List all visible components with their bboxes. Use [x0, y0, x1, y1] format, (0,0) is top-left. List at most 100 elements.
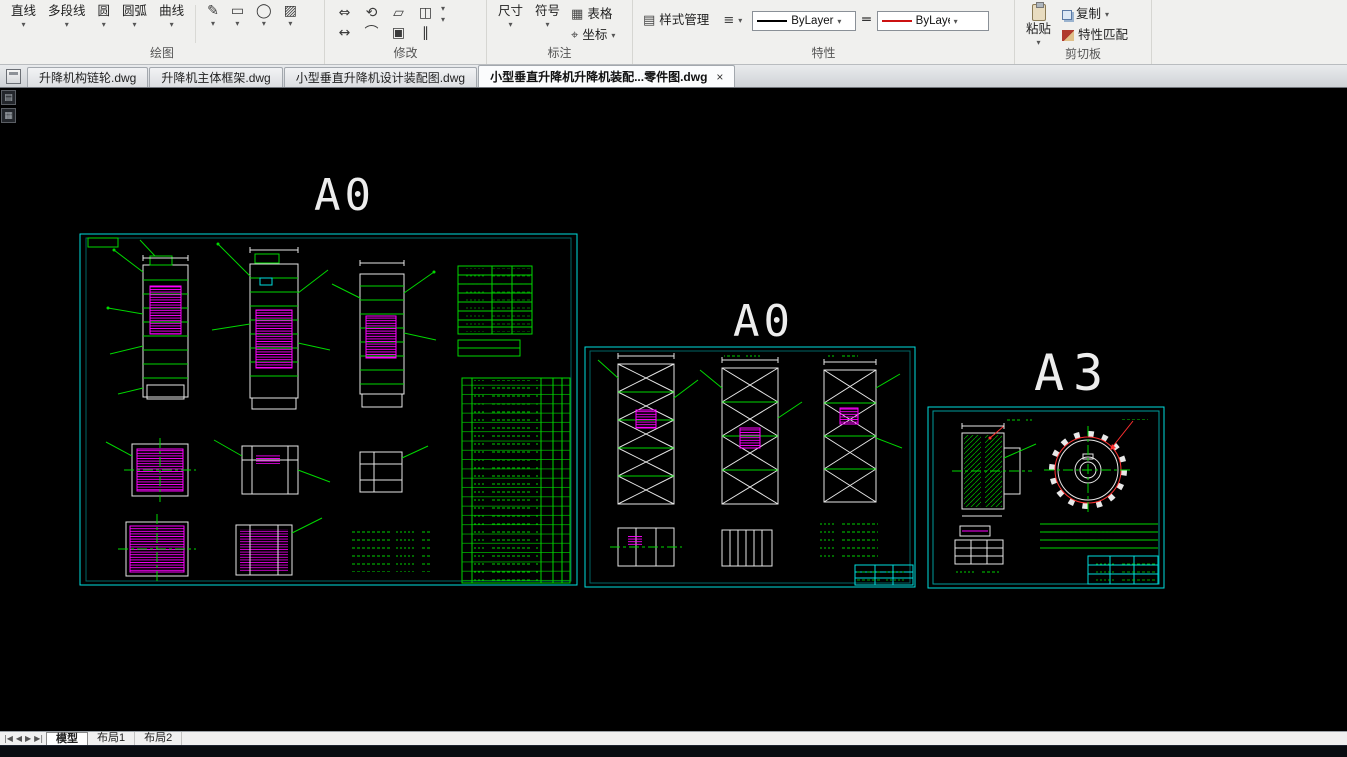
- chevron-down-icon[interactable]: ▾: [1105, 10, 1109, 19]
- doc-tab-4-active[interactable]: 小型垂直升降机升降机装配...零件图.dwg ×: [478, 65, 736, 87]
- style-manager-icon: ▤: [643, 13, 656, 28]
- command-line-bar[interactable]: [0, 745, 1347, 757]
- coordinate-tool[interactable]: ⌖ 坐标 ▾: [567, 26, 619, 45]
- chevron-down-icon[interactable]: ▾: [235, 19, 239, 28]
- style-manager-button[interactable]: ▤ 样式管理: [639, 11, 713, 30]
- first-layout-icon[interactable]: |◀: [4, 734, 13, 743]
- dimension-tool[interactable]: 尺寸 ▾: [493, 3, 528, 29]
- linetype-sample: [757, 20, 788, 22]
- detail-view-2: [213, 439, 331, 495]
- chevron-down-icon[interactable]: ▾: [102, 20, 106, 29]
- chevron-down-icon[interactable]: ▾: [170, 20, 174, 29]
- offset-icon[interactable]: ▱: [393, 5, 404, 21]
- circle-tool-label: 圆: [97, 4, 111, 18]
- chevron-down-icon[interactable]: ▾: [611, 31, 615, 40]
- chevron-down-icon[interactable]: ▾: [211, 19, 215, 28]
- circle-tool[interactable]: 圆 ▾: [93, 3, 116, 29]
- paste-button[interactable]: 粘贴 ▾: [1021, 2, 1056, 47]
- panel-label-annotate[interactable]: 标注: [487, 46, 632, 64]
- chevron-down-icon[interactable]: ▾: [1037, 38, 1041, 47]
- linetype-combo[interactable]: ByLayer ▾: [752, 11, 857, 31]
- ribbon-filler: [1152, 0, 1347, 64]
- match-properties-button[interactable]: 特性匹配: [1058, 26, 1132, 45]
- chevron-down-icon: ▾: [738, 16, 743, 25]
- palette-icon-2[interactable]: ▦: [1, 108, 16, 123]
- base-view-2: [721, 529, 773, 567]
- drawing-canvas[interactable]: ▤ ▦ A0 A0 A3: [0, 88, 1347, 731]
- doc-tab-3[interactable]: 小型垂直升降机设计装配图.dwg: [283, 67, 478, 87]
- table-tool-label: 表格: [587, 7, 613, 21]
- panel-label-clipboard[interactable]: 剪切板: [1015, 47, 1151, 64]
- chevron-down-icon[interactable]: ▾: [954, 17, 958, 26]
- chevron-down-icon[interactable]: ▾: [546, 20, 550, 29]
- move-icon[interactable]: ⇔: [339, 5, 351, 21]
- stretch-icon[interactable]: ↔: [339, 25, 351, 41]
- explode-icon[interactable]: ∥: [422, 25, 429, 41]
- tab-layout2[interactable]: 布局2: [135, 732, 183, 745]
- arc-tool[interactable]: 圆弧 ▾: [117, 3, 152, 29]
- dimension-tool-label: 尺寸: [498, 4, 524, 18]
- layer-list-button[interactable]: ≡ ▾: [719, 12, 746, 29]
- table-tool[interactable]: ▦ 表格: [567, 5, 619, 24]
- symbol-tool-label: 符号: [535, 4, 561, 18]
- doc-tab-2[interactable]: 升降机主体框架.dwg: [149, 67, 283, 87]
- panel-label-modify[interactable]: 修改: [325, 46, 486, 64]
- detail-view-4: [118, 514, 196, 584]
- elevator-frame-view-1: [106, 239, 189, 400]
- ellipse-tool[interactable]: ◯ ▾: [251, 3, 277, 28]
- fillet-icon[interactable]: ⌒: [365, 25, 379, 41]
- tab-model[interactable]: 模型: [46, 732, 89, 745]
- truss-tower-b: [699, 352, 803, 505]
- pencil-icon: ✎: [207, 3, 219, 19]
- array-icon[interactable]: ▣: [392, 25, 405, 41]
- style-manager-label: 样式管理: [659, 13, 710, 27]
- next-layout-icon[interactable]: ▶: [25, 734, 31, 743]
- chevron-down-icon[interactable]: ▾: [262, 19, 266, 28]
- tab-layout1[interactable]: 布局1: [88, 732, 136, 745]
- chevron-down-icon[interactable]: ▾: [133, 20, 137, 29]
- table-icon: ▦: [571, 7, 584, 22]
- lineweight-icon[interactable]: ═: [862, 12, 870, 28]
- chevron-down-icon[interactable]: ▾: [65, 20, 69, 29]
- list-icon: ≡: [723, 13, 735, 28]
- drawing-tabs-menu-icon[interactable]: [6, 69, 21, 84]
- last-layout-icon[interactable]: ▶|: [34, 734, 43, 743]
- prev-layout-icon[interactable]: ◀: [16, 734, 22, 743]
- rotate-icon[interactable]: ⟲: [366, 5, 378, 21]
- cad-application-window: 直线 ▾ 多段线 ▾ 圆 ▾ 圆弧 ▾ 曲线 ▾ ✎ ▾ ▭ ▾ ◯ ▾ ▨ ▾…: [0, 0, 1347, 757]
- chevron-down-icon[interactable]: ▾: [837, 17, 841, 26]
- ellipse-icon: ◯: [256, 3, 272, 19]
- hub-section-view: [952, 417, 1037, 517]
- mirror-icon[interactable]: ◫: [419, 5, 432, 21]
- chevron-down-icon[interactable]: ▾: [509, 20, 513, 29]
- rectangle-tool[interactable]: ▭ ▾: [226, 3, 249, 28]
- model-space-drawing: A0 A0 A3: [79, 170, 1165, 589]
- copy-button[interactable]: 复制 ▾: [1058, 5, 1132, 24]
- chevron-down-icon[interactable]: ▾: [22, 20, 26, 29]
- chevron-down-icon[interactable]: ▾: [441, 4, 445, 13]
- detail-view-1: [105, 438, 196, 502]
- spline-tool[interactable]: 曲线 ▾: [154, 3, 189, 29]
- chevron-down-icon[interactable]: ▾: [441, 15, 445, 24]
- sheet-a3-right: A3: [927, 344, 1165, 589]
- color-combo[interactable]: ByLayer ▾: [876, 11, 989, 31]
- match-properties-icon: [1062, 30, 1075, 41]
- notes-text-block-2: [820, 520, 878, 562]
- truss-tower-c: [823, 354, 903, 503]
- panel-label-properties[interactable]: 特性: [633, 46, 1014, 64]
- symbol-tool[interactable]: 符号 ▾: [530, 3, 565, 29]
- copy-label: 复制: [1076, 7, 1102, 21]
- panel-label-draw[interactable]: 绘图: [0, 46, 324, 64]
- hatch-tool[interactable]: ▨ ▾: [279, 3, 302, 28]
- line-tool[interactable]: 直线 ▾: [6, 3, 41, 29]
- doc-tab-1-label: 升降机构链轮.dwg: [39, 71, 137, 85]
- sheet-a0-left: A0: [79, 170, 578, 586]
- polyline-tool[interactable]: 多段线 ▾: [43, 3, 91, 29]
- pencil-tool[interactable]: ✎ ▾: [202, 3, 224, 28]
- palette-icon-1[interactable]: ▤: [1, 90, 16, 105]
- close-icon[interactable]: ×: [716, 71, 723, 83]
- coordinate-icon: ⌖: [571, 28, 579, 43]
- chevron-down-icon[interactable]: ▾: [288, 19, 292, 28]
- doc-tab-4-label: 小型垂直升降机升降机装配...零件图.dwg: [490, 70, 708, 84]
- doc-tab-1[interactable]: 升降机构链轮.dwg: [27, 67, 149, 87]
